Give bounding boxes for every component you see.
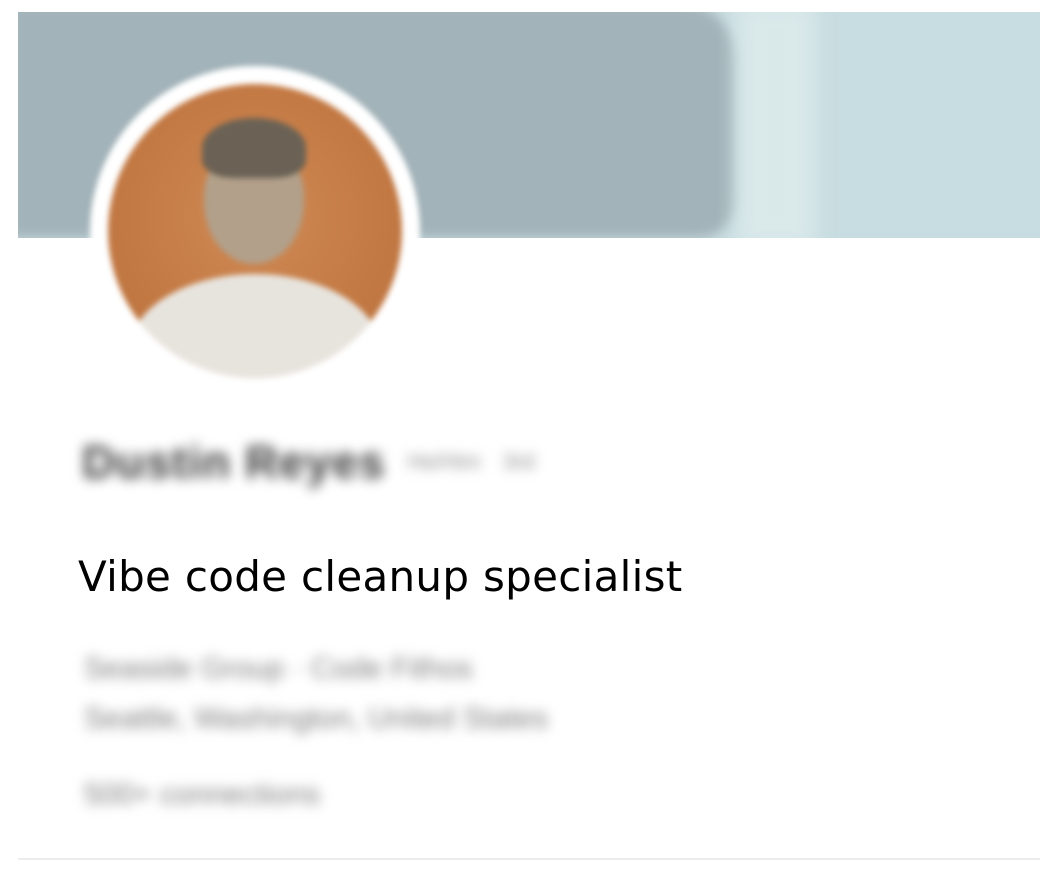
profile-name: Dustin Reyes: [82, 436, 386, 488]
banner-light-area: [816, 12, 1040, 238]
profile-card: Dustin Reyes He/Him 3rd Vibe code cleanu…: [18, 12, 1040, 860]
profile-pronouns: He/Him: [407, 449, 481, 474]
profile-connections[interactable]: 500+ connections: [84, 778, 320, 812]
name-row: Dustin Reyes He/Him 3rd: [82, 432, 535, 492]
avatar-photo: [108, 84, 402, 378]
profile-headline: Vibe code cleanup specialist: [78, 552, 683, 601]
avatar-shirt: [128, 274, 382, 378]
profile-company[interactable]: Seaside Group · Code Fithos: [84, 652, 473, 686]
banner-strip: [736, 12, 816, 238]
avatar-hair: [202, 118, 306, 178]
avatar[interactable]: [90, 66, 420, 396]
profile-location: Seattle, Washington, United States: [84, 702, 549, 735]
connection-degree: 3rd: [502, 449, 535, 474]
